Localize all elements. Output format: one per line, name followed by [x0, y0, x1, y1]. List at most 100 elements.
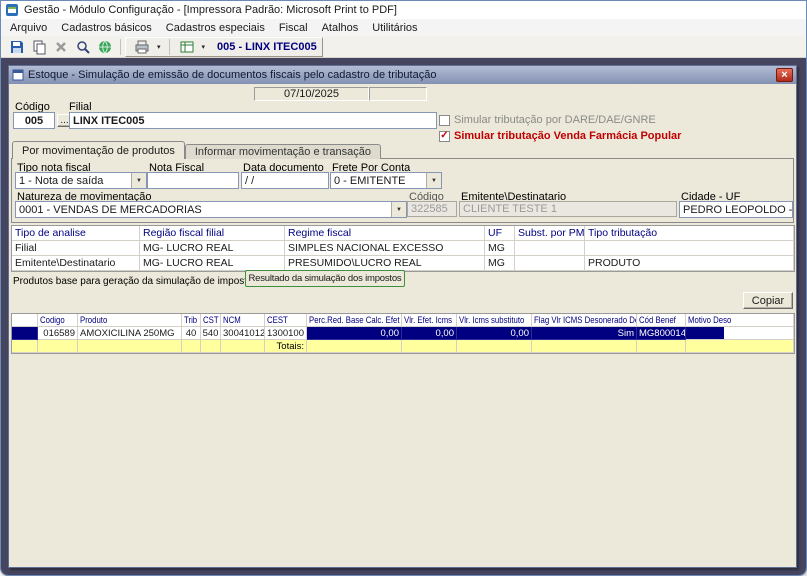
- table-dropdown-icon[interactable]: ▾: [200, 43, 208, 51]
- table-row[interactable]: 016589 AMOXICILINA 250MG 40 540 30041012…: [12, 327, 794, 340]
- cell: 0,00: [402, 327, 457, 340]
- date-display: 07/10/2025: [254, 87, 369, 101]
- totals-label: Totais:: [265, 340, 307, 353]
- natureza-value: 0001 - VENDAS DE MERCADORIAS: [19, 203, 202, 216]
- table-icon: [180, 41, 194, 52]
- tab-por-movimentacao[interactable]: Por movimentação de produtos: [12, 141, 185, 159]
- column-header: Motivo Deso: [686, 314, 794, 327]
- column-header: Regime fiscal: [285, 226, 485, 241]
- menu-cadastros-especiais[interactable]: Cadastros especiais: [159, 21, 272, 35]
- window-title: Gestão - Módulo Configuração - [Impresso…: [24, 4, 397, 16]
- totals-row: Totais:: [12, 340, 794, 353]
- codigo2-input: 322585: [407, 201, 457, 217]
- dialog-icon: [12, 69, 24, 81]
- printer-icon: [135, 40, 149, 53]
- printer-dropdown-icon[interactable]: ▾: [155, 43, 163, 51]
- globe-button[interactable]: [94, 37, 116, 57]
- cell: [515, 256, 585, 271]
- products-grid: Codigo Produto Trib CST NCM CEST Perc.Re…: [11, 313, 795, 354]
- cell: [182, 340, 201, 353]
- tab-label: Por movimentação de produtos: [22, 144, 175, 157]
- result-simulation-button[interactable]: Resultado da simulação dos impostos: [245, 270, 405, 287]
- date-value: 07/10/2025: [283, 88, 340, 100]
- delete-button[interactable]: [50, 37, 72, 57]
- natureza-select[interactable]: 0001 - VENDAS DE MERCADORIAS ▼: [15, 201, 407, 218]
- search-button[interactable]: [72, 37, 94, 57]
- column-header: Subst. por PMC: [515, 226, 585, 241]
- checkbox-farmacia-box[interactable]: ✓: [439, 130, 450, 142]
- column-header: Tipo tributação: [585, 226, 794, 241]
- cell: [585, 241, 794, 256]
- menu-cadastros-basicos[interactable]: Cadastros básicos: [54, 21, 159, 35]
- chevron-down-icon[interactable]: ▼: [131, 173, 146, 188]
- cell: SIMPLES NACIONAL EXCESSO: [285, 241, 485, 256]
- nota-fiscal-input[interactable]: [147, 172, 239, 189]
- close-icon: ×: [781, 68, 788, 81]
- header-text: Vlr. Icms substituto: [459, 314, 525, 326]
- emitente-value: CLIENTE TESTE 1: [463, 203, 557, 215]
- cell: Emitente\Destinatario: [12, 256, 140, 271]
- ellipsis-label: ...: [60, 115, 69, 126]
- header-text: CST: [203, 314, 219, 326]
- row-selector[interactable]: [12, 327, 38, 340]
- checkbox-farmacia-label: Simular tributação Venda Farmácia Popula…: [454, 130, 682, 142]
- save-icon: [11, 40, 23, 53]
- data-documento-input[interactable]: / /: [241, 172, 329, 189]
- column-header: Tipo de analise: [12, 226, 140, 241]
- header-text: Perc.Red. Base Calc. Efet: [309, 314, 400, 326]
- app-icon: [6, 4, 18, 16]
- column-header: CEST: [265, 314, 307, 327]
- products-grid-header: Codigo Produto Trib CST NCM CEST Perc.Re…: [12, 314, 794, 327]
- cell: 0,00: [457, 327, 532, 340]
- menu-atalhos[interactable]: Atalhos: [315, 21, 366, 35]
- cidade-value: PEDRO LEOPOLDO - MG: [683, 203, 793, 216]
- delete-icon: [56, 41, 66, 52]
- header-text: Trib: [184, 314, 198, 326]
- tipo-nota-select[interactable]: 1 - Nota de saída ▼: [15, 172, 147, 189]
- dialog-titlebar[interactable]: Estoque - Simulação de emissão de docume…: [9, 66, 796, 84]
- emitente-input: CLIENTE TESTE 1: [459, 201, 677, 217]
- table-row[interactable]: Filial MG- LUCRO REAL SIMPLES NACIONAL E…: [12, 241, 794, 256]
- checkbox-dare[interactable]: Simular tributação por DARE/DAE/GNRE: [439, 114, 656, 126]
- chevron-down-icon[interactable]: ▼: [391, 202, 406, 217]
- filial-input[interactable]: LINX ITEC005: [69, 112, 437, 129]
- menu-arquivo[interactable]: Arquivo: [3, 21, 54, 35]
- column-header: Codigo: [38, 314, 78, 327]
- toolbar-group: ▾ ▾ 005 - LINX ITEC005: [125, 36, 323, 57]
- frete-value: 0 - EMITENTE: [334, 174, 406, 187]
- cell: PRESUMIDO\LUCRO REAL: [285, 256, 485, 271]
- cell: 0,00: [307, 327, 402, 340]
- cell: [307, 340, 402, 353]
- cell: MG: [485, 241, 515, 256]
- checkbox-dare-box[interactable]: [439, 114, 450, 126]
- globe-icon: [99, 40, 111, 53]
- codigo-input[interactable]: 005: [13, 112, 55, 129]
- cell: [532, 340, 637, 353]
- printer-button[interactable]: [131, 37, 153, 57]
- checkbox-farmacia[interactable]: ✓ Simular tributação Venda Farmácia Popu…: [439, 130, 681, 142]
- menu-utilitarios[interactable]: Utilitários: [365, 21, 424, 35]
- cell: [38, 340, 78, 353]
- column-header: [12, 314, 38, 327]
- cell: [78, 340, 182, 353]
- frete-select[interactable]: 0 - EMITENTE ▼: [330, 172, 442, 189]
- column-header: NCM: [221, 314, 265, 327]
- copiar-button[interactable]: Copiar: [743, 292, 793, 309]
- column-header: Trib: [182, 314, 201, 327]
- chevron-down-icon[interactable]: ▼: [426, 173, 441, 188]
- copy-button[interactable]: [28, 37, 50, 57]
- column-header: Vlr. Icms substituto: [457, 314, 532, 327]
- cell: 30041012: [221, 327, 265, 340]
- main-titlebar: Gestão - Módulo Configuração - [Impresso…: [1, 1, 806, 19]
- products-section-label: Produtos base para geração da simulação …: [13, 276, 258, 287]
- table-row[interactable]: Emitente\Destinatario MG- LUCRO REAL PRE…: [12, 256, 794, 271]
- header-text: CEST: [267, 314, 288, 326]
- tipo-nota-value: 1 - Nota de saída: [19, 174, 104, 187]
- menu-fiscal[interactable]: Fiscal: [272, 21, 315, 35]
- close-button[interactable]: ×: [776, 68, 793, 82]
- table-button[interactable]: [176, 37, 198, 57]
- save-button[interactable]: [6, 37, 28, 57]
- cell: [515, 241, 585, 256]
- tab-informar-movimentacao[interactable]: Informar movimentação e transação: [184, 144, 381, 159]
- cidade-input[interactable]: PEDRO LEOPOLDO - MG: [679, 201, 793, 218]
